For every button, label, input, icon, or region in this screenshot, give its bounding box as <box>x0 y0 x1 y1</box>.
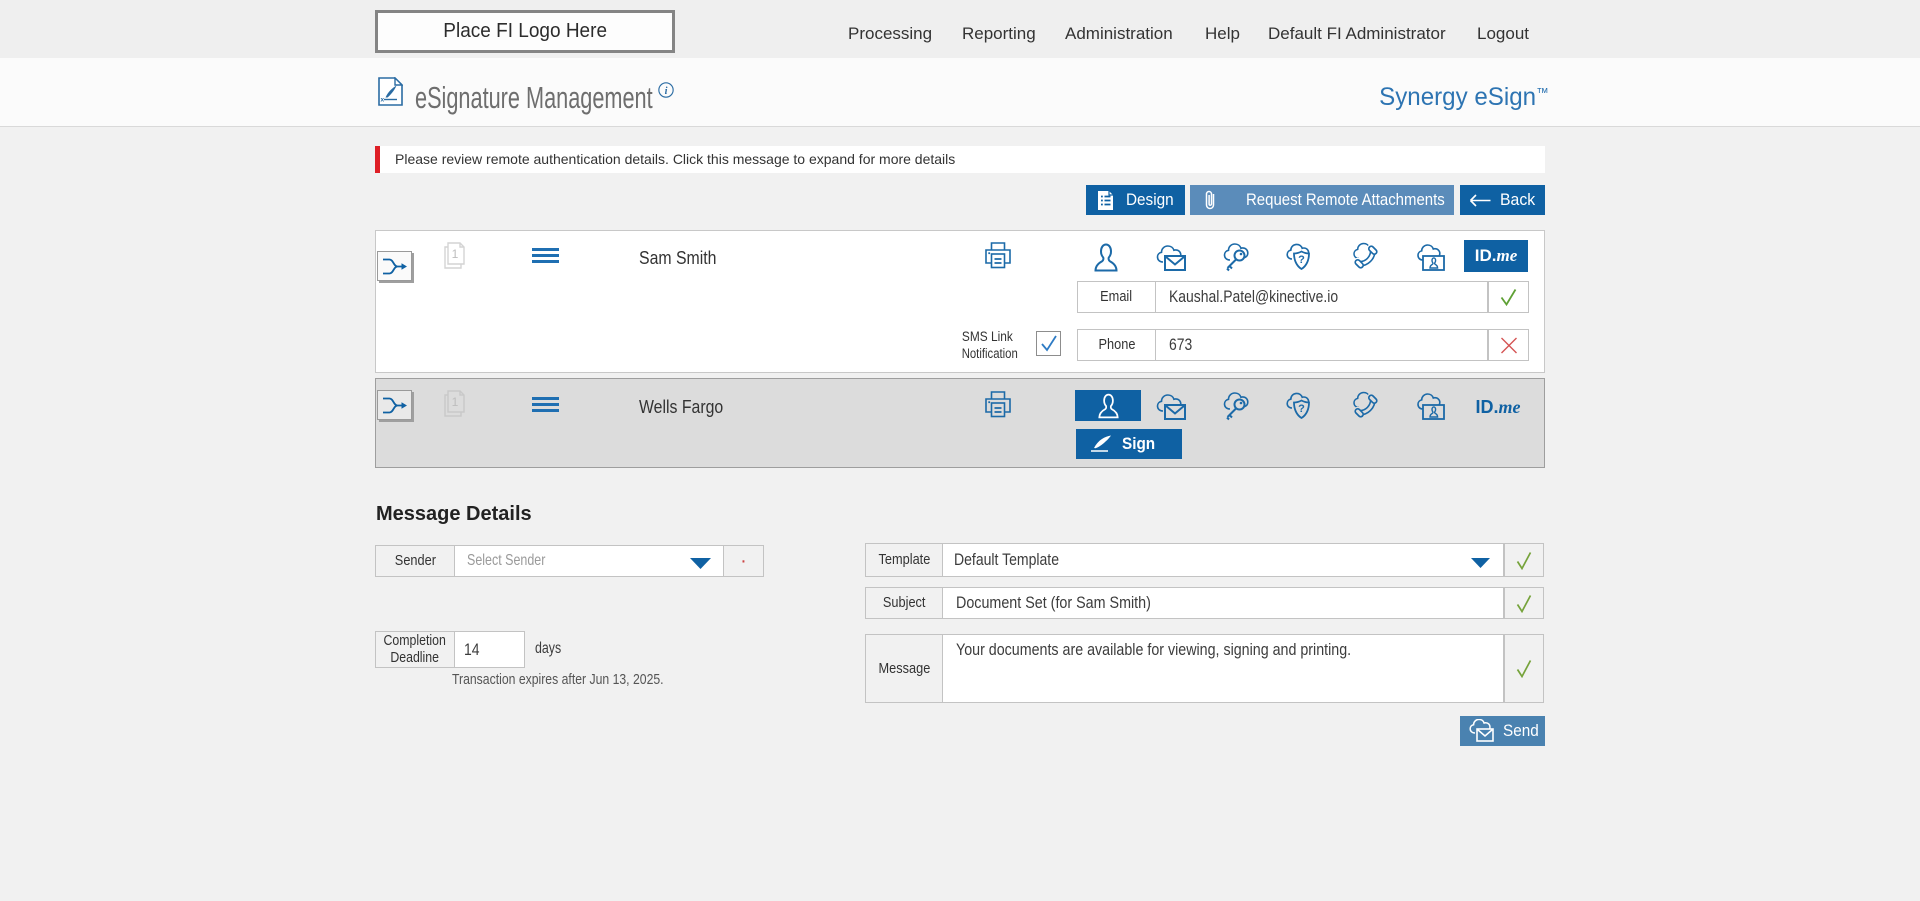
svg-text:x: x <box>381 97 385 104</box>
svg-text:?: ? <box>1298 254 1305 266</box>
svg-text:?: ? <box>1298 403 1305 415</box>
svg-text:i: i <box>665 86 668 97</box>
svg-text:1: 1 <box>452 247 459 261</box>
svg-text:1: 1 <box>452 395 459 409</box>
